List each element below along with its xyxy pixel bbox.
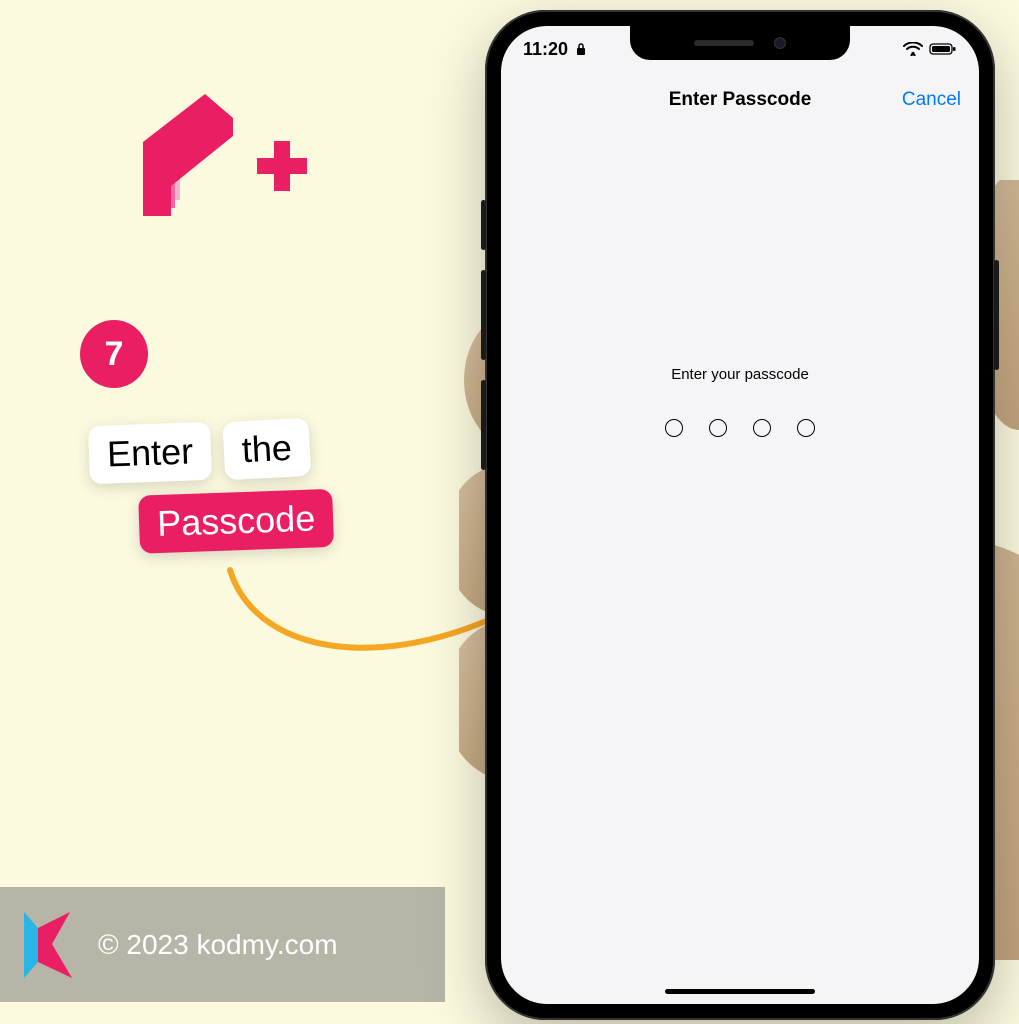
power-button: [994, 260, 999, 370]
app-logo: [125, 80, 315, 240]
status-bar: 11:20: [501, 34, 979, 64]
battery-icon: [929, 42, 957, 56]
passcode-dots[interactable]: [501, 419, 979, 437]
nav-title: Enter Passcode: [669, 89, 812, 111]
chip-word-2: the: [222, 418, 311, 480]
volume-down-button: [481, 380, 486, 470]
passcode-dot: [753, 419, 771, 437]
status-time: 11:20: [523, 39, 568, 60]
passcode-dot: [797, 419, 815, 437]
phone-frame: 11:20 Enter Passcode Canc: [485, 10, 995, 1020]
cancel-button[interactable]: Cancel: [902, 89, 961, 111]
volume-up-button: [481, 270, 486, 360]
passcode-dot: [709, 419, 727, 437]
passcode-prompt: Enter your passcode: [501, 366, 979, 383]
lock-icon: [574, 42, 588, 56]
instruction-chips: Enter the Passcode: [85, 420, 405, 552]
passcode-area: Enter your passcode: [501, 366, 979, 437]
copyright-text: © 2023 kodmy.com: [98, 929, 338, 961]
nav-bar: Enter Passcode Cancel: [501, 74, 979, 126]
kodmy-logo: [18, 910, 78, 980]
chip-word-1: Enter: [88, 422, 212, 484]
chip-word-3: Passcode: [138, 489, 334, 554]
wifi-icon: [903, 42, 923, 56]
step-number: 7: [105, 335, 124, 374]
passcode-dot: [665, 419, 683, 437]
mute-switch: [481, 200, 486, 250]
home-indicator[interactable]: [665, 989, 815, 994]
footer-bar: © 2023 kodmy.com: [0, 887, 445, 1002]
phone-screen: 11:20 Enter Passcode Canc: [501, 26, 979, 1004]
step-badge: 7: [80, 320, 148, 388]
